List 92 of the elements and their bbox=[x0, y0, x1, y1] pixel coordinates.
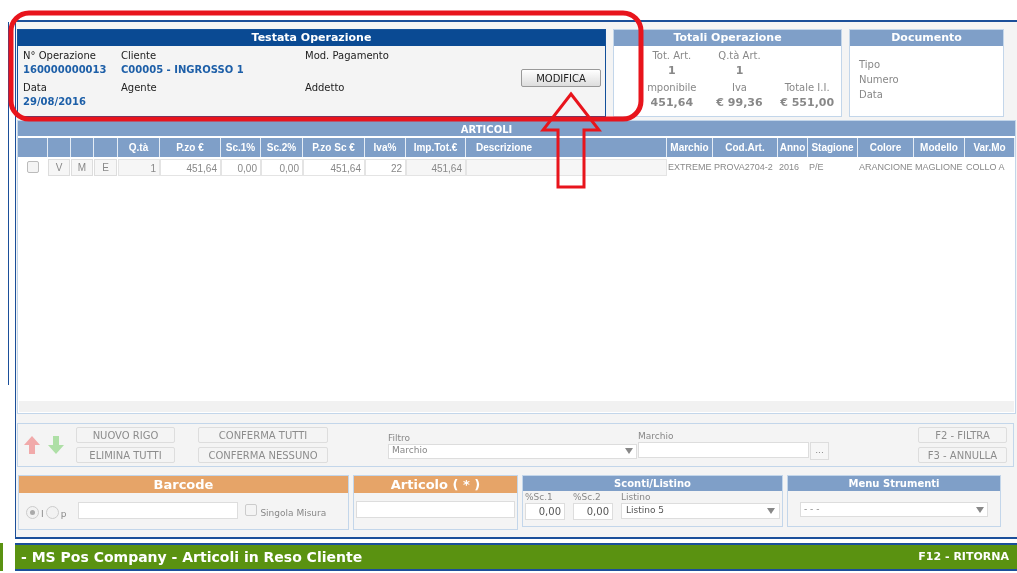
panel-title: Testata Operazione bbox=[18, 30, 605, 46]
table-cell: 451,64 bbox=[160, 158, 221, 176]
table-cell-text: MAGLIONE bbox=[914, 160, 964, 174]
discount-field[interactable]: 0,00 bbox=[525, 503, 565, 520]
tools-dropdown[interactable]: - - - bbox=[800, 502, 988, 517]
status-title: - MS Pos Company - Articoli in Reso Cliente bbox=[21, 547, 363, 567]
price-list-dropdown[interactable]: Listino 5 bbox=[621, 503, 780, 519]
radio-label: I bbox=[41, 508, 44, 522]
discount-field[interactable]: 0,00 bbox=[573, 503, 613, 520]
field-label: Filtro bbox=[388, 431, 411, 444]
panel-title: Totali Operazione bbox=[614, 30, 841, 46]
total-value: 451,64 bbox=[650, 95, 694, 111]
column-header: Modello bbox=[920, 141, 958, 155]
column-header: Var.Mo bbox=[973, 141, 1006, 155]
checkbox[interactable] bbox=[245, 504, 258, 516]
brand-field[interactable] bbox=[638, 442, 809, 458]
total-value: 1 bbox=[735, 63, 744, 79]
column-header: P.zo € bbox=[176, 141, 204, 155]
table-cell: 451,64 bbox=[406, 158, 466, 176]
field-label: Addetto bbox=[305, 81, 345, 94]
total-label: Iva bbox=[732, 81, 747, 95]
table-cell-text: ARANCIONE bbox=[858, 160, 914, 174]
column-header: Descrizione bbox=[476, 141, 533, 155]
field-value: 29/08/2016 bbox=[23, 95, 86, 109]
panel-title: Menu Strumenti bbox=[788, 476, 1000, 491]
field-label: Agente bbox=[121, 81, 157, 94]
table-cell-text: 2016 bbox=[778, 160, 801, 174]
column-header: Cod.Art. bbox=[725, 141, 765, 155]
column-header: Anno bbox=[779, 141, 806, 155]
total-value: 1 bbox=[668, 63, 676, 79]
row-checkbox[interactable] bbox=[27, 161, 39, 173]
field-label: Listino bbox=[621, 491, 651, 503]
table-cell-text: EXTREME bbox=[667, 160, 713, 174]
field-label: Tipo bbox=[859, 58, 881, 72]
scrollbar[interactable] bbox=[19, 401, 1014, 412]
field-label: Mod. Pagamento bbox=[305, 49, 389, 62]
row-action-button[interactable]: E bbox=[94, 158, 117, 176]
radio-label: p bbox=[60, 508, 67, 522]
barcode-field[interactable] bbox=[78, 501, 239, 519]
table-cell: 22 bbox=[365, 158, 406, 176]
modify-button[interactable]: MODIFICA bbox=[521, 69, 601, 87]
dropdown-arrow-icon bbox=[625, 448, 633, 454]
radio-button[interactable] bbox=[26, 505, 39, 519]
filter-dropdown[interactable]: Marchio bbox=[388, 443, 637, 459]
column-header: Q.tà bbox=[128, 141, 149, 155]
field-label: Marchio bbox=[638, 430, 674, 442]
panel-title: Barcode bbox=[19, 476, 348, 493]
table-cell-text: P/E bbox=[808, 160, 825, 174]
checkbox-label: Singola Misura bbox=[260, 507, 327, 521]
total-value: € 99,36 bbox=[716, 95, 763, 111]
column-header: Marchio bbox=[670, 141, 709, 155]
column-header: P.zo Sc € bbox=[312, 141, 355, 155]
total-value: € 551,00 bbox=[780, 95, 835, 111]
column-header: Sc.1% bbox=[225, 141, 256, 155]
panel-title: Articolo ( * ) bbox=[354, 476, 517, 493]
column-header: Imp.Tot.€ bbox=[413, 141, 458, 155]
row-action-button[interactable]: M bbox=[71, 158, 93, 176]
table-cell-text: PROVA2704-2 bbox=[713, 160, 774, 174]
table-cell: 451,64 bbox=[303, 158, 365, 176]
dropdown-arrow-icon bbox=[976, 506, 984, 513]
up-arrow-icon[interactable] bbox=[24, 435, 40, 455]
field-label: N° Operazione bbox=[23, 49, 97, 62]
down-arrow-icon[interactable] bbox=[48, 435, 64, 455]
column-header: Iva% bbox=[373, 141, 397, 155]
table-cell: 0,00 bbox=[261, 158, 303, 176]
panel-title: Documento bbox=[850, 30, 1003, 46]
dropdown-arrow-icon bbox=[767, 508, 775, 514]
radio-button[interactable] bbox=[45, 505, 59, 519]
column-header: Sc.2% bbox=[266, 141, 297, 155]
panel-title: ARTICOLI bbox=[460, 123, 513, 136]
article-field[interactable] bbox=[356, 501, 515, 518]
field-label: Cliente bbox=[121, 49, 158, 62]
total-label: Totale I.I. bbox=[784, 81, 830, 95]
field-label: Data bbox=[859, 88, 883, 102]
total-label: mponibile bbox=[647, 81, 697, 95]
table-cell: 0,00 bbox=[221, 158, 261, 176]
field-value: C00005 - INGROSSO 1 bbox=[121, 63, 244, 77]
field-label: Data bbox=[23, 81, 48, 94]
field-label: %Sc.2 bbox=[573, 491, 601, 503]
total-label: Tot. Art. bbox=[652, 49, 692, 63]
field-label: %Sc.1 bbox=[525, 491, 553, 503]
field-label: Numero bbox=[859, 73, 899, 87]
total-label: Q.tà Art. bbox=[718, 49, 761, 63]
column-header: Colore bbox=[869, 141, 902, 155]
field-value: 160000000013 bbox=[23, 63, 107, 77]
table-cell-text: COLLO A bbox=[965, 160, 1006, 174]
browse-button[interactable]: ... bbox=[810, 442, 829, 460]
row-action-button[interactable]: V bbox=[48, 158, 70, 176]
return-button[interactable]: F12 - RITORNA bbox=[918, 548, 1011, 566]
column-header: Stagione bbox=[811, 141, 854, 155]
table-cell: 1 bbox=[118, 158, 160, 176]
panel-title: Sconti/Listino bbox=[523, 476, 782, 491]
